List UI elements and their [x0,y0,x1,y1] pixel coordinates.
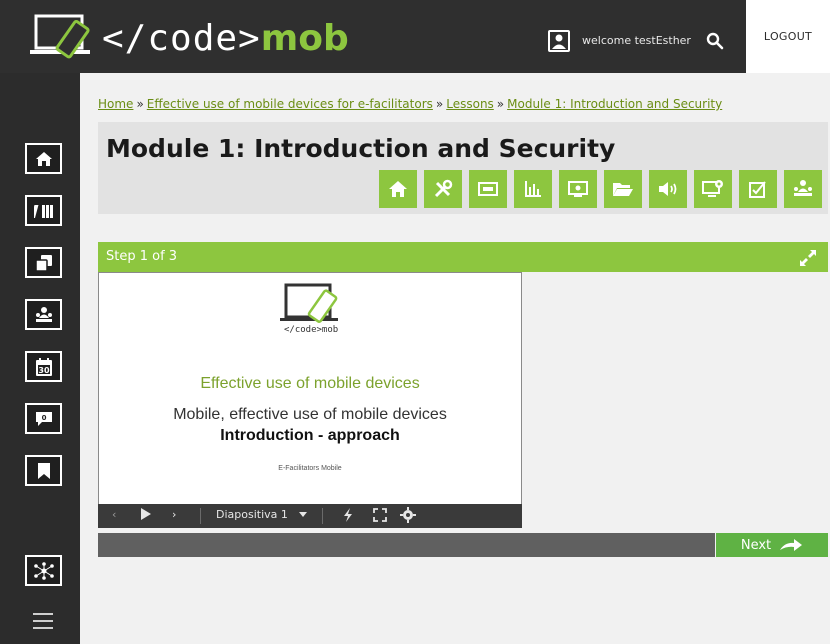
slide-footer: E-Facilitators Mobile [278,465,342,472]
page: </code>mob welcome testEsther LOGOUT 30 … [0,0,830,644]
player-divider [200,508,201,524]
sidebar-item-network[interactable] [25,555,62,586]
sidebar-item-bookmark[interactable] [25,455,62,486]
arrow-right-icon [780,539,803,551]
toolbar-code-button[interactable] [469,170,507,208]
breadcrumb-module-link[interactable]: Module 1: Introduction and Security [507,97,722,111]
toolbar-video-button[interactable] [559,170,597,208]
logo-brand: mob [260,17,349,59]
previous-slide-icon[interactable]: ‹ [112,508,116,521]
slide-heading: Introduction - approach [220,427,400,444]
sidebar-item-messages[interactable]: 0 [25,403,62,434]
home-icon [35,151,52,166]
breadcrumb-course-link[interactable]: Effective use of mobile devices for e-fa… [147,97,433,111]
home-icon [389,181,407,197]
slide-subtitle: Mobile, effective use of mobile devices [173,406,447,423]
site-logo[interactable]: </code>mob [30,14,349,62]
toolbar-screen-button[interactable] [694,170,732,208]
settings-gear-icon[interactable] [400,507,416,526]
breadcrumb-lessons-link[interactable]: Lessons [446,97,494,111]
breadcrumb: Home» Effective use of mobile devices for… [98,97,722,111]
lesson-progress-bar [98,533,715,557]
slide-viewer[interactable]: </code>mob Effective use of mobile devic… [98,272,522,527]
code-window-icon [478,182,498,196]
bookmark-icon [37,462,50,479]
community-icon [35,306,52,322]
messages-count-label: 0 [41,414,46,422]
toolbar-community-button[interactable] [784,170,822,208]
next-label: Next [740,537,772,553]
sidebar-item-copies[interactable] [25,247,62,278]
welcome-text: welcome testEsther [582,34,691,47]
laptop-phone-logo-icon: </code>mob [280,283,338,335]
edit-check-icon [749,181,766,198]
copy-icon [34,254,52,272]
breadcrumb-separator: » [496,97,505,111]
toolbar-audio-button[interactable] [649,170,687,208]
dropdown-caret-icon[interactable] [298,507,308,524]
slide-select[interactable]: Diapositiva 1 [216,508,288,521]
toolbar-assignment-button[interactable] [739,170,777,208]
slide-player-controls: ‹ › Diapositiva 1 [98,504,522,528]
header: </code>mob welcome testEsther [0,0,746,73]
slide-logo: </code>mob [280,283,342,339]
hamburger-menu-icon[interactable] [33,613,53,629]
page-title: Module 1: Introduction and Security [106,134,616,163]
network-icon [33,561,54,580]
chat-bubble-icon: 0 [35,411,52,426]
breadcrumb-home-link[interactable]: Home [98,97,133,111]
search-icon[interactable] [706,32,724,50]
lesson-toolbar [379,170,822,208]
user-icon[interactable] [548,30,570,52]
logo-text: </code>mob [102,18,349,59]
logout-button[interactable]: LOGOUT [746,0,830,73]
logo-prefix: </code> [102,17,261,59]
sidebar-item-community[interactable] [25,299,62,330]
laptop-phone-logo-icon [30,14,90,59]
step-label: Step 1 of 3 [106,249,178,264]
step-bar: Step 1 of 3 [98,242,828,272]
toolbar-folder-button[interactable] [604,170,642,208]
player-divider [322,508,323,524]
sidebar-item-library[interactable] [25,195,62,226]
community-icon [794,180,812,196]
video-screen-icon [568,181,588,197]
slide-title: Effective use of mobile devices [200,375,420,392]
speaker-icon [659,182,677,196]
toolbar-chart-button[interactable] [514,170,552,208]
bar-chart-icon [525,181,541,197]
calendar-icon: 30 [35,357,52,376]
slide-logo-text: </code>mob [284,325,338,335]
toolbar-tools-button[interactable] [424,170,462,208]
toolbar-home-button[interactable] [379,170,417,208]
calendar-day-label: 30 [38,366,50,375]
next-button[interactable]: Next [716,533,828,557]
expand-icon[interactable] [798,248,818,268]
play-icon[interactable] [140,507,152,524]
folder-open-icon [613,183,633,196]
next-slide-icon[interactable]: › [172,508,176,521]
title-panel: Module 1: Introduction and Security [98,122,828,214]
sidebar-item-home[interactable] [25,143,62,174]
tools-icon [434,179,453,198]
monitor-settings-icon [702,180,723,197]
breadcrumb-separator: » [136,97,144,111]
fullscreen-icon[interactable] [373,508,387,525]
sidebar: 30 0 [0,73,80,644]
sidebar-item-calendar[interactable]: 30 [25,351,62,382]
flash-icon[interactable] [342,507,354,526]
breadcrumb-separator: » [435,97,444,111]
books-icon [33,204,53,218]
